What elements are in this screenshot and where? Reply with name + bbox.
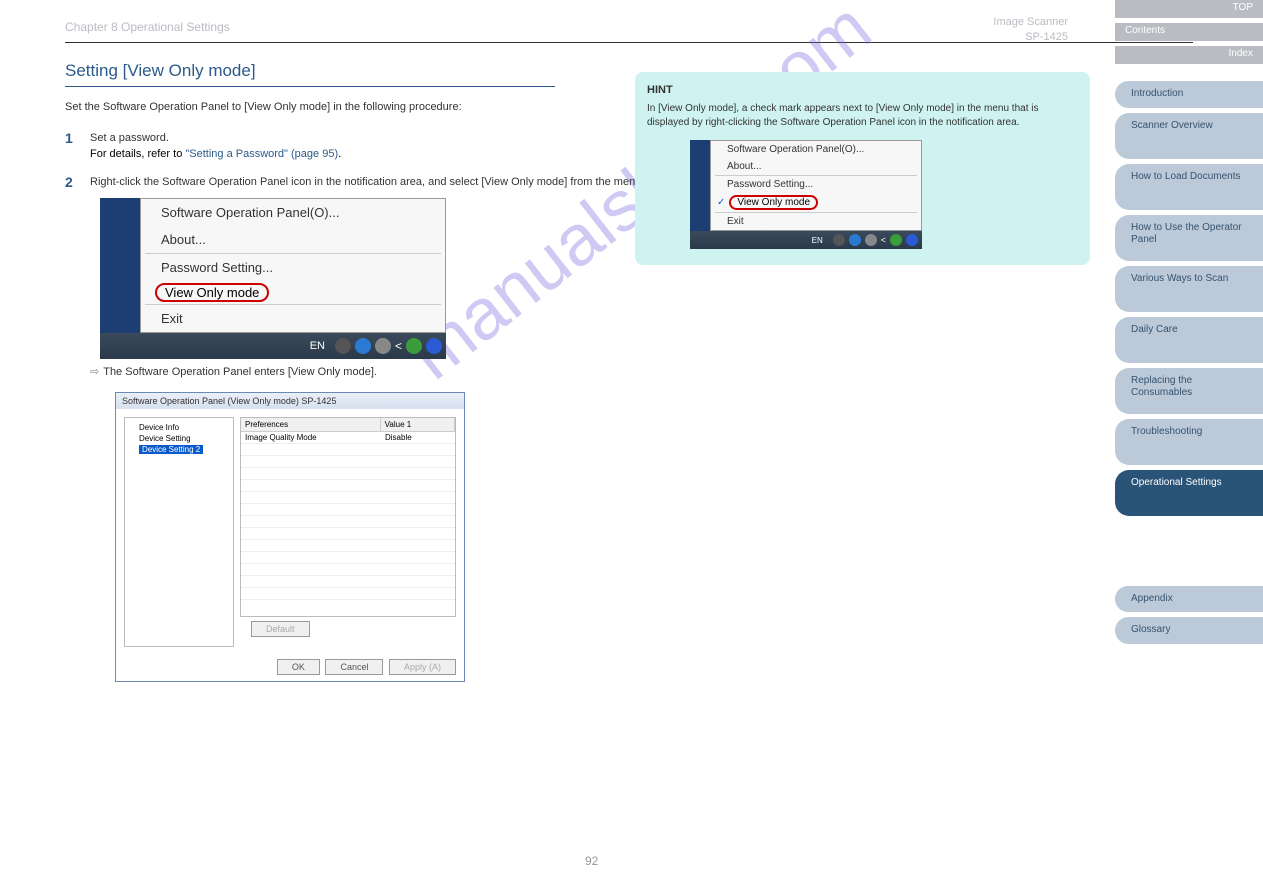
sop-tree: Device Info Device Setting Device Settin…: [124, 417, 234, 647]
help-icon: [355, 338, 371, 354]
taskbar-lang: EN: [812, 236, 823, 245]
tray-app-icon[interactable]: [406, 338, 422, 354]
tab-scanner-overview[interactable]: Scanner Overview: [1115, 113, 1263, 159]
ctx-item-password[interactable]: Password Setting...: [711, 176, 921, 193]
tree-selected-item: Device Setting 2: [139, 445, 203, 454]
tab-operational-settings-active[interactable]: Operational Settings: [1115, 470, 1263, 516]
page-number: 92: [585, 854, 598, 868]
hint-panel: HINT In [View Only mode], a check mark a…: [635, 72, 1090, 265]
step-2-result: The Software Operation Panel enters [Vie…: [90, 365, 1263, 378]
tab-top[interactable]: TOP: [1115, 0, 1263, 18]
flag-icon: [865, 234, 877, 246]
taskbar-lang: EN: [310, 340, 325, 352]
hint-title: HINT: [647, 84, 1078, 96]
ctx-item-viewonly-checked[interactable]: View Only mode: [729, 195, 818, 210]
tray-chevron-icon[interactable]: <: [395, 339, 402, 353]
apply-button: Apply (A): [389, 659, 456, 675]
header-line1: Image Scanner: [993, 15, 1068, 30]
ctx-item-viewonly-highlighted[interactable]: View Only mode: [155, 283, 269, 302]
hint-context-menu-screenshot: Software Operation Panel(O)... About... …: [690, 140, 922, 249]
ctx-item-password[interactable]: Password Setting...: [141, 254, 445, 281]
tree-device-setting-2[interactable]: Device Setting 2: [137, 444, 229, 455]
tab-consumables[interactable]: Replacing the Consumables: [1115, 368, 1263, 414]
ctx-item-sop[interactable]: Software Operation Panel(O)...: [711, 141, 921, 158]
tab-load-documents[interactable]: How to Load Documents: [1115, 164, 1263, 210]
ctx-item-about[interactable]: About...: [711, 158, 921, 175]
step-1-link[interactable]: "Setting a Password" (page 95): [185, 148, 338, 160]
context-menu-screenshot: Software Operation Panel(O)... About... …: [100, 198, 446, 359]
step-1-detail-a: For details, refer to: [90, 148, 185, 160]
ctx-item-about[interactable]: About...: [141, 226, 445, 253]
ok-button[interactable]: OK: [277, 659, 320, 675]
tab-troubleshooting[interactable]: Troubleshooting: [1115, 419, 1263, 465]
tree-device-setting[interactable]: Device Setting: [137, 433, 229, 444]
list-cell-value: Disable: [381, 432, 455, 443]
tab-ways-to-scan[interactable]: Various Ways to Scan: [1115, 266, 1263, 312]
tab-contents[interactable]: Contents: [1115, 23, 1263, 41]
sidebar-nav: TOP Contents Index Introduction Scanner …: [1115, 0, 1263, 644]
tab-introduction[interactable]: Introduction: [1115, 81, 1263, 108]
checkmark-icon: ✓: [717, 197, 725, 208]
ctx-item-sop[interactable]: Software Operation Panel(O)...: [141, 199, 445, 226]
sop-settings-list: Preferences Value 1 Image Quality Mode D…: [240, 417, 456, 617]
header-device-info: Image Scanner SP-1425: [993, 15, 1068, 46]
tree-device-info[interactable]: Device Info: [137, 422, 229, 433]
help-icon: [849, 234, 861, 246]
list-header-preferences: Preferences: [241, 418, 381, 431]
hint-text: In [View Only mode], a check mark appear…: [647, 102, 1078, 130]
flag-icon: [375, 338, 391, 354]
sop-titlebar: Software Operation Panel (View Only mode…: [116, 393, 464, 409]
keyboard-icon: [335, 338, 351, 354]
tab-glossary[interactable]: Glossary: [1115, 617, 1263, 644]
tab-daily-care[interactable]: Daily Care: [1115, 317, 1263, 363]
default-button: Default: [251, 621, 310, 637]
info-icon: [906, 234, 918, 246]
heading-underline: [65, 86, 555, 87]
ctx-item-exit[interactable]: Exit: [711, 213, 921, 230]
sop-window-screenshot: Software Operation Panel (View Only mode…: [115, 392, 465, 682]
info-icon: [426, 338, 442, 354]
cancel-button[interactable]: Cancel: [325, 659, 383, 675]
step-1-detail-b: .: [338, 148, 341, 160]
tab-operator-panel[interactable]: How to Use the Operator Panel: [1115, 215, 1263, 261]
tray-app-icon[interactable]: [890, 234, 902, 246]
ctx-item-exit[interactable]: Exit: [141, 305, 445, 332]
tab-appendix[interactable]: Appendix: [1115, 586, 1263, 613]
tab-index[interactable]: Index: [1115, 46, 1263, 64]
tray-chevron-icon[interactable]: <: [881, 235, 886, 245]
list-header-value: Value 1: [381, 418, 455, 431]
list-cell-pref: Image Quality Mode: [241, 432, 381, 443]
keyboard-icon: [833, 234, 845, 246]
taskbar: EN <: [100, 333, 446, 359]
context-menu: Software Operation Panel(O)... About... …: [140, 198, 446, 333]
